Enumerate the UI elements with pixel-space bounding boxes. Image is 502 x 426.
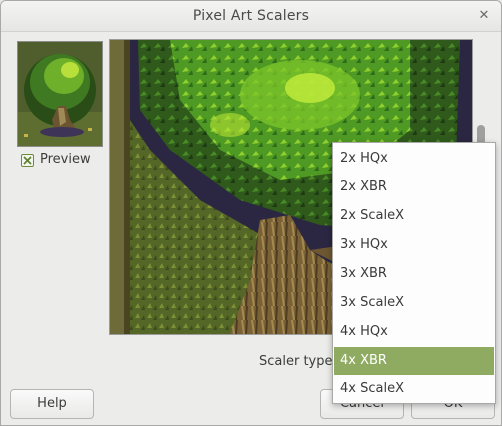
window-title: Pixel Art Scalers [192, 8, 310, 24]
scaler-option[interactable]: 2x XBR [334, 173, 494, 201]
titlebar[interactable]: Pixel Art Scalers ✕ [1, 1, 501, 32]
help-button[interactable]: Help [10, 389, 94, 419]
scaler-option[interactable]: 4x HQx [334, 318, 494, 346]
scaler-option[interactable]: 4x ScaleX [334, 375, 494, 403]
thumbnail-image [17, 41, 103, 147]
scaler-option[interactable]: 3x XBR [334, 260, 494, 288]
preview-label: Preview [40, 152, 91, 167]
preview-checkbox[interactable] [21, 154, 34, 167]
scaler-type-label: Scaler type: [259, 354, 337, 369]
pixel-art-scalers-dialog: Pixel Art Scalers ✕ Preview Scaler type:… [0, 0, 502, 426]
scaler-option-selected[interactable]: 4x XBR [334, 347, 494, 375]
scaler-option[interactable]: 3x ScaleX [334, 289, 494, 317]
close-icon[interactable]: ✕ [475, 7, 493, 25]
scaler-option[interactable]: 2x HQx [334, 145, 494, 173]
scaler-option[interactable]: 2x ScaleX [334, 202, 494, 230]
scaler-option[interactable]: 3x HQx [334, 231, 494, 259]
scaler-type-dropdown[interactable]: 2x HQx 2x XBR 2x ScaleX 3x HQx 3x XBR 3x… [332, 142, 496, 404]
